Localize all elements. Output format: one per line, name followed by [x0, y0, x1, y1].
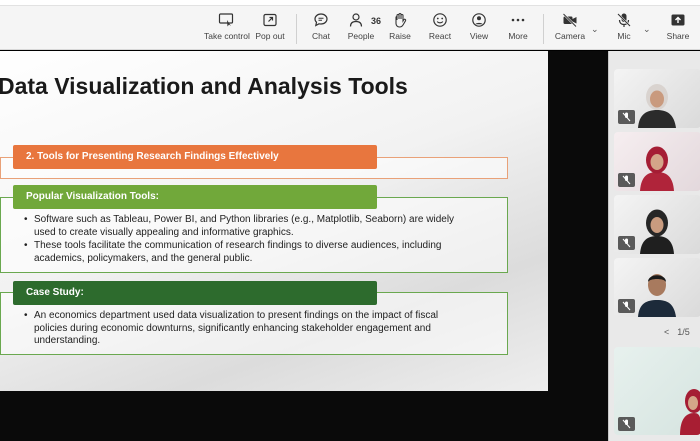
more-icon	[511, 18, 525, 22]
participant-tile[interactable]	[614, 132, 700, 191]
toolbar-divider	[543, 14, 544, 44]
people-icon	[349, 13, 363, 27]
people-label: People	[347, 31, 375, 41]
people-button[interactable]: 36 People	[344, 12, 382, 48]
camera-label: Camera	[554, 31, 586, 41]
chat-button[interactable]: Chat	[306, 12, 336, 48]
muted-mic-icon	[618, 110, 635, 124]
participant-pager[interactable]: <1/5	[664, 327, 698, 337]
participants-panel: <1/5	[608, 51, 700, 441]
smiley-icon	[433, 13, 447, 27]
muted-mic-icon	[618, 417, 635, 431]
section1-heading: 2. Tools for Presenting Research Finding…	[13, 145, 377, 169]
section3-heading: Case Study:	[13, 281, 377, 305]
camera-options-chevron-icon[interactable]: ⌄	[591, 24, 599, 35]
mic-button[interactable]: Mic	[612, 12, 636, 48]
take-control-label: Take control	[204, 31, 250, 41]
pop-out-button[interactable]: Pop out	[252, 12, 288, 48]
bullet-item: An economics department used data visual…	[24, 310, 464, 348]
share-button[interactable]: Share	[664, 12, 692, 48]
mic-options-chevron-icon[interactable]: ⌄	[643, 24, 651, 35]
participant-tile[interactable]	[614, 347, 700, 435]
muted-mic-icon	[618, 236, 635, 250]
pop-out-label: Pop out	[255, 31, 285, 41]
share-icon	[671, 14, 685, 26]
meeting-toolbar: Take control Pop out Chat 36 People Rais…	[0, 0, 700, 50]
bullet-item: These tools facilitate the communication…	[24, 240, 464, 265]
mic-label: Mic	[617, 31, 631, 41]
shared-screen-stage: Data Visualization and Analysis Tools 2.…	[0, 51, 608, 441]
muted-mic-icon	[618, 299, 635, 313]
presentation-slide: Data Visualization and Analysis Tools 2.…	[0, 51, 548, 391]
section2-heading: Popular Visualization Tools:	[13, 185, 377, 209]
pop-out-icon	[263, 13, 277, 27]
participant-tile[interactable]	[614, 69, 700, 128]
participant-tile[interactable]	[614, 195, 700, 254]
view-button[interactable]: View	[465, 12, 493, 48]
camera-button[interactable]: Camera	[553, 12, 587, 48]
slide-title: Data Visualization and Analysis Tools	[0, 73, 408, 99]
take-control-button[interactable]: Take control	[204, 12, 250, 48]
participant-tile[interactable]	[614, 258, 700, 317]
chat-icon	[314, 13, 328, 27]
more-button[interactable]: More	[503, 12, 533, 48]
pager-prev-icon[interactable]: <	[664, 327, 669, 337]
react-button[interactable]: React	[425, 12, 455, 48]
view-label: View	[469, 31, 489, 41]
raise-hand-button[interactable]: Raise	[386, 12, 414, 48]
toolbar-divider	[296, 14, 297, 44]
muted-mic-icon	[618, 173, 635, 187]
raise-label: Raise	[389, 31, 411, 41]
more-label: More	[508, 31, 528, 41]
camera-off-icon	[562, 13, 577, 28]
share-label: Share	[666, 31, 690, 41]
mic-off-icon	[617, 13, 631, 27]
bullet-item: Software such as Tableau, Power BI, and …	[24, 214, 464, 239]
section2-bullet-list: Software such as Tableau, Power BI, and …	[24, 214, 464, 266]
raise-hand-icon	[395, 12, 407, 28]
chat-label: Chat	[312, 31, 330, 41]
section3-bullet-list: An economics department used data visual…	[24, 310, 464, 349]
take-control-icon	[218, 13, 234, 27]
react-label: React	[428, 31, 452, 41]
window-top-strip	[0, 0, 700, 6]
people-count: 36	[371, 16, 382, 26]
pager-count: 1/5	[677, 327, 690, 337]
view-icon	[472, 13, 486, 27]
